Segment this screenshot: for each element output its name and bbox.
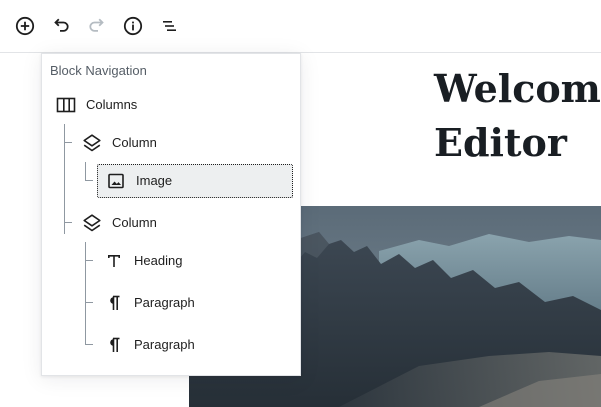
redo-button[interactable] [84, 12, 110, 40]
tree-connector [85, 344, 93, 345]
image-icon [104, 169, 128, 193]
plus-circle-icon [15, 16, 35, 36]
tree-connector [64, 222, 72, 223]
add-block-button[interactable] [12, 12, 38, 40]
tree-connector [85, 260, 93, 261]
tree-connector [64, 142, 72, 143]
redo-icon [89, 18, 104, 32]
block-nav-item-paragraph[interactable]: Paragraph [102, 328, 290, 362]
tree-connector [64, 124, 65, 234]
columns-icon [54, 93, 78, 117]
block-nav-label: Columns [86, 97, 138, 112]
block-nav-label: Heading [134, 253, 183, 268]
tree-connector [85, 242, 86, 345]
block-nav-item-paragraph[interactable]: Paragraph [102, 286, 290, 320]
block-nav-label: Image [136, 173, 173, 188]
popover-title: Block Navigation [50, 63, 147, 78]
paragraph-icon [102, 333, 126, 357]
welcome-heading[interactable]: Welcome Editor [434, 62, 601, 170]
block-nav-label: Column [112, 135, 157, 150]
heading-icon [102, 249, 126, 273]
block-nav-item-columns[interactable]: Columns [54, 88, 290, 122]
paragraph-icon [102, 291, 126, 315]
block-nav-item-column[interactable]: Column [80, 126, 290, 160]
info-icon [123, 16, 143, 36]
block-navigation-popover: Block Navigation Columns Column Image Co… [41, 53, 301, 376]
block-nav-label: Paragraph [134, 337, 195, 352]
block-navigation-button[interactable] [156, 12, 182, 40]
block-nav-item-column[interactable]: Column [80, 206, 290, 240]
block-nav-item-image[interactable]: Image [97, 164, 293, 198]
column-layers-icon [80, 131, 104, 155]
block-nav-label: Column [112, 215, 157, 230]
block-nav-label: Paragraph [134, 295, 195, 310]
undo-button[interactable] [48, 12, 74, 40]
tree-connector [85, 302, 93, 303]
tree-connector [85, 180, 93, 181]
list-icon [163, 21, 176, 31]
column-layers-icon [80, 211, 104, 235]
content-info-button[interactable] [120, 12, 146, 40]
undo-icon [54, 18, 69, 32]
tree-connector [85, 162, 86, 181]
editor-toolbar [0, 0, 601, 53]
block-nav-item-heading[interactable]: Heading [102, 244, 290, 278]
